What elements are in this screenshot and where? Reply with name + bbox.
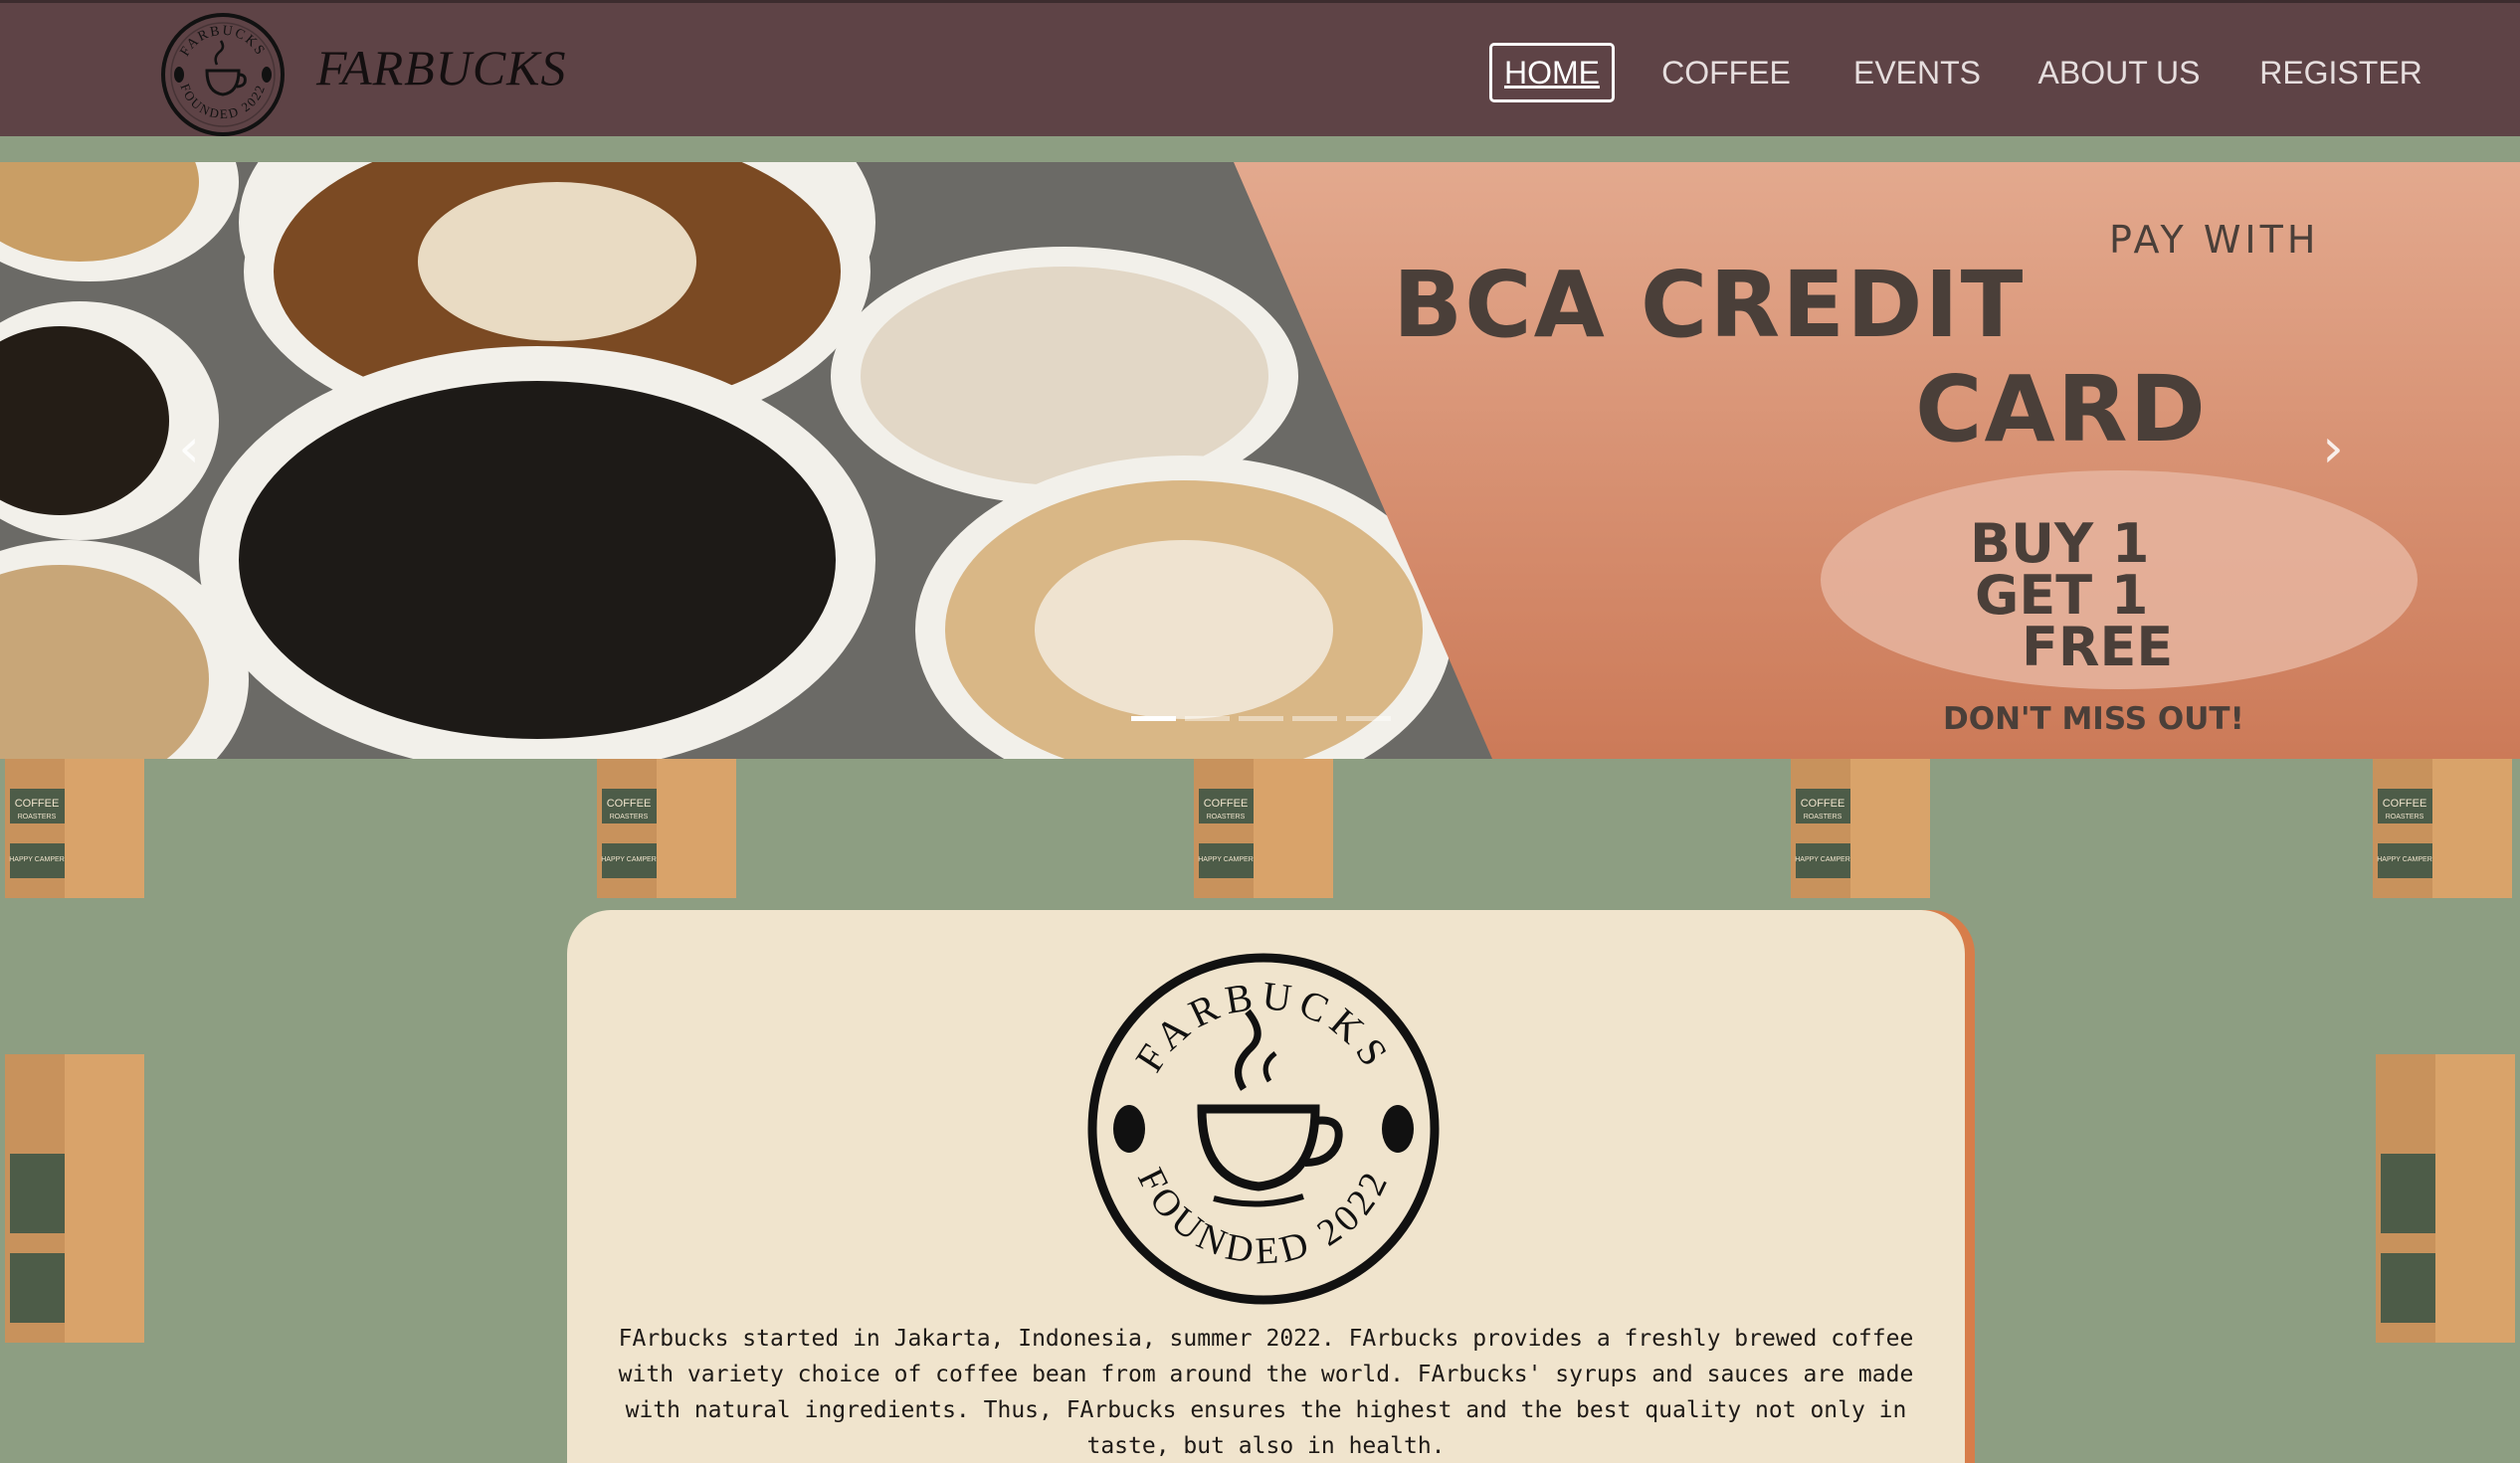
carousel-indicator-2[interactable] (1185, 716, 1230, 721)
promo-line3: CARD (1915, 356, 2208, 462)
carousel-indicator-5[interactable] (1346, 716, 1391, 721)
nav-about-us[interactable]: ABOUT US (2034, 43, 2205, 102)
carousel-indicator-3[interactable] (1239, 716, 1283, 721)
svg-text:COFFEE: COFFEE (1801, 798, 1845, 810)
svg-text:FOUNDED 2022: FOUNDED 2022 (1129, 1162, 1398, 1272)
about-paragraph: FArbucks started in Jakarta, Indonesia, … (618, 1326, 1914, 1459)
svg-text:HAPPY CAMPER: HAPPY CAMPER (2377, 856, 2432, 863)
svg-text:HAPPY CAMPER: HAPPY CAMPER (9, 856, 65, 863)
farbucks-logo-icon[interactable]: FARBUCKS FOUNDED 2022 (159, 11, 287, 138)
emblem-ring-bottom: FOUNDED 2022 (1129, 1162, 1393, 1272)
coffee-bag-icon: COFFEE ROASTERS HAPPY CAMPER (597, 759, 736, 898)
svg-text:COFFEE: COFFEE (2383, 798, 2427, 810)
coffee-bag-icon: COFFEE ROASTERS HAPPY CAMPER (1194, 759, 1333, 898)
promo-line1: PAY WITH (2109, 218, 2320, 262)
chevron-left-icon[interactable]: ‹ (164, 417, 214, 479)
svg-text:FARBUCKS: FARBUCKS (178, 24, 269, 60)
nav-events[interactable]: EVENTS (1842, 43, 1992, 102)
nav-register[interactable]: REGISTER (2248, 43, 2433, 102)
promo-footer: DON'T MISS OUT! (1943, 701, 2244, 737)
svg-text:ROASTERS: ROASTERS (1207, 814, 1246, 821)
coffee-bag-icon: COFFEE ROASTERS HAPPY CAMPER (5, 759, 144, 898)
nav-home[interactable]: HOME (1489, 43, 1615, 102)
svg-text:ROASTERS: ROASTERS (1804, 814, 1842, 821)
svg-text:COFFEE: COFFEE (1204, 798, 1249, 810)
svg-text:ROASTERS: ROASTERS (2386, 814, 2424, 821)
logo-ring-top: FARBUCKS (178, 24, 267, 60)
nav-coffee[interactable]: COFFEE (1651, 43, 1801, 102)
promo-line2: BCA CREDIT (1393, 252, 2026, 358)
carousel-indicator-4[interactable] (1292, 716, 1337, 721)
svg-text:ROASTERS: ROASTERS (18, 814, 57, 821)
navbar: FARBUCKS FOUNDED 2022 FARBUCKS HOME COFF… (0, 0, 2520, 136)
coffee-bag-icon: COFFEE ROASTERS HAPPY CAMPER (2373, 759, 2512, 898)
coffee-bag-icon: COFFEE ROASTERS HAPPY CAMPER (1791, 759, 1930, 898)
brand-name[interactable]: FARBUCKS (316, 39, 567, 96)
farbucks-emblem-icon: FARBUCKS FOUNDED 2022 (1087, 953, 1440, 1305)
carousel-indicator-1[interactable] (1131, 716, 1176, 721)
svg-text:COFFEE: COFFEE (15, 798, 60, 810)
svg-text:COFFEE: COFFEE (607, 798, 652, 810)
svg-text:HAPPY CAMPER: HAPPY CAMPER (1198, 856, 1254, 863)
coffee-bag-icon (2376, 1054, 2515, 1343)
promo-offer3: FREE (2022, 616, 2174, 678)
about-card: FARBUCKS FOUNDED 2022 FArbucks started i… (567, 910, 1965, 1463)
svg-text:HAPPY CAMPER: HAPPY CAMPER (601, 856, 657, 863)
svg-text:HAPPY CAMPER: HAPPY CAMPER (1795, 856, 1850, 863)
promo-carousel[interactable]: PAY WITH BCA CREDIT CARD BUY 1 GET 1 FRE… (0, 162, 2520, 759)
chevron-right-icon[interactable]: › (2308, 417, 2358, 479)
coffee-bag-icon (5, 1054, 144, 1343)
svg-text:ROASTERS: ROASTERS (610, 814, 649, 821)
